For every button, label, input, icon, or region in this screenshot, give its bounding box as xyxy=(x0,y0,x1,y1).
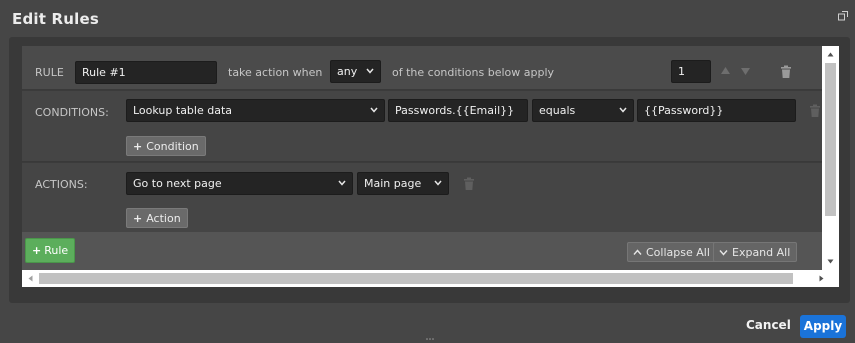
action-type-value: Go to next page xyxy=(133,177,222,190)
expand-all-button[interactable]: Expand All xyxy=(713,242,798,262)
rule-name-input[interactable]: Rule #1 xyxy=(75,61,217,84)
add-condition-label: Condition xyxy=(146,140,199,153)
condition-operator-value: equals xyxy=(539,104,576,117)
chevron-up-icon xyxy=(633,249,642,255)
condition-operator-select[interactable]: equals xyxy=(532,99,634,122)
arrow-down-icon[interactable] xyxy=(740,66,751,76)
rules-panel: RULE Rule #1 take action when any of the… xyxy=(22,46,823,270)
scroll-down-arrow-icon[interactable] xyxy=(827,259,834,264)
action-target-value: Main page xyxy=(364,177,422,190)
condition-source-value: Lookup table data xyxy=(133,104,233,117)
condition-value-input[interactable]: {{Password}} xyxy=(637,99,796,122)
conditions-row: CONDITIONS: Lookup table data Passwords.… xyxy=(22,91,823,162)
scroll-up-arrow-icon[interactable] xyxy=(827,52,834,57)
chevron-down-icon xyxy=(719,250,728,256)
chevron-down-icon xyxy=(370,107,378,113)
action-target-select[interactable]: Main page xyxy=(357,172,449,195)
actions-label: ACTIONS: xyxy=(35,178,88,191)
take-action-text: take action when xyxy=(228,66,323,79)
trash-icon[interactable] xyxy=(780,65,792,79)
scroll-left-arrow-icon[interactable] xyxy=(28,275,33,282)
match-select-value: any xyxy=(337,65,358,78)
actions-row: ACTIONS: Go to next page Main page + Acti… xyxy=(22,163,823,232)
chevron-down-icon xyxy=(434,180,442,186)
plus-icon: + xyxy=(133,212,143,225)
rules-footer: + Rule Collapse All Expand All xyxy=(22,232,823,270)
trash-icon[interactable] xyxy=(809,104,821,118)
plus-icon: + xyxy=(32,244,42,257)
rule-priority-input[interactable]: 1 xyxy=(671,60,711,83)
arrow-up-icon[interactable] xyxy=(720,66,731,76)
collapse-all-button[interactable]: Collapse All xyxy=(627,242,717,262)
add-action-button[interactable]: + Action xyxy=(126,208,188,228)
dialog-title: Edit Rules xyxy=(12,10,99,28)
add-condition-button[interactable]: + Condition xyxy=(126,136,206,156)
horizontal-scroll-thumb[interactable] xyxy=(39,273,793,284)
rule-label: RULE xyxy=(35,66,64,79)
match-select[interactable]: any xyxy=(330,60,381,83)
rule-header-row: RULE Rule #1 take action when any of the… xyxy=(22,46,823,90)
add-rule-label: Rule xyxy=(44,244,69,257)
popout-icon[interactable] xyxy=(838,11,848,21)
vertical-scroll-thumb[interactable] xyxy=(825,63,836,216)
add-rule-button[interactable]: + Rule xyxy=(25,238,75,263)
plus-icon: + xyxy=(133,140,143,153)
chevron-down-icon xyxy=(619,107,627,113)
action-type-select[interactable]: Go to next page xyxy=(126,172,353,195)
vertical-scrollbar[interactable] xyxy=(822,46,839,270)
conditions-apply-text: of the conditions below apply xyxy=(392,66,555,79)
collapse-all-label: Collapse All xyxy=(646,246,710,259)
condition-source-select[interactable]: Lookup table data xyxy=(126,99,385,122)
add-action-label: Action xyxy=(146,212,181,225)
resize-grip-icon[interactable] xyxy=(426,337,434,341)
trash-icon[interactable] xyxy=(463,177,475,191)
conditions-label: CONDITIONS: xyxy=(35,106,109,119)
cancel-button[interactable]: Cancel xyxy=(746,318,791,332)
condition-field-input[interactable]: Passwords.{{Email}} xyxy=(388,99,528,122)
scroll-right-arrow-icon[interactable] xyxy=(819,275,824,282)
apply-button[interactable]: Apply xyxy=(800,315,846,338)
horizontal-scrollbar[interactable] xyxy=(22,270,839,287)
chevron-down-icon xyxy=(338,180,346,186)
expand-all-label: Expand All xyxy=(732,246,791,259)
chevron-down-icon xyxy=(366,68,374,74)
